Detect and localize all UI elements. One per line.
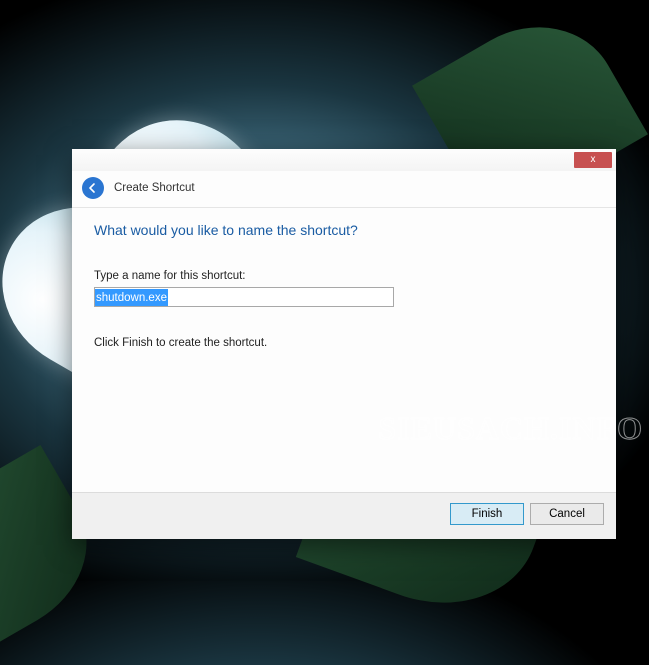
create-shortcut-dialog: x Create Shortcut What would you like to… (72, 149, 616, 539)
instruction-text: Click Finish to create the shortcut. (94, 337, 594, 349)
back-arrow-icon (87, 182, 99, 194)
page-heading: What would you like to name the shortcut… (94, 222, 594, 238)
close-button[interactable]: x (574, 152, 612, 168)
titlebar[interactable]: x (72, 149, 616, 171)
cancel-button[interactable]: Cancel (530, 503, 604, 525)
shortcut-name-value: shutdown.exe (95, 289, 168, 307)
shortcut-name-label: Type a name for this shortcut: (94, 270, 594, 282)
wizard-title: Create Shortcut (114, 182, 195, 194)
dialog-content: What would you like to name the shortcut… (72, 208, 616, 492)
wizard-header: Create Shortcut (72, 171, 616, 208)
finish-button[interactable]: Finish (450, 503, 524, 525)
back-button[interactable] (82, 177, 104, 199)
close-icon: x (591, 155, 596, 165)
shortcut-name-input[interactable]: shutdown.exe (94, 287, 394, 307)
button-row: Finish Cancel (72, 492, 616, 539)
